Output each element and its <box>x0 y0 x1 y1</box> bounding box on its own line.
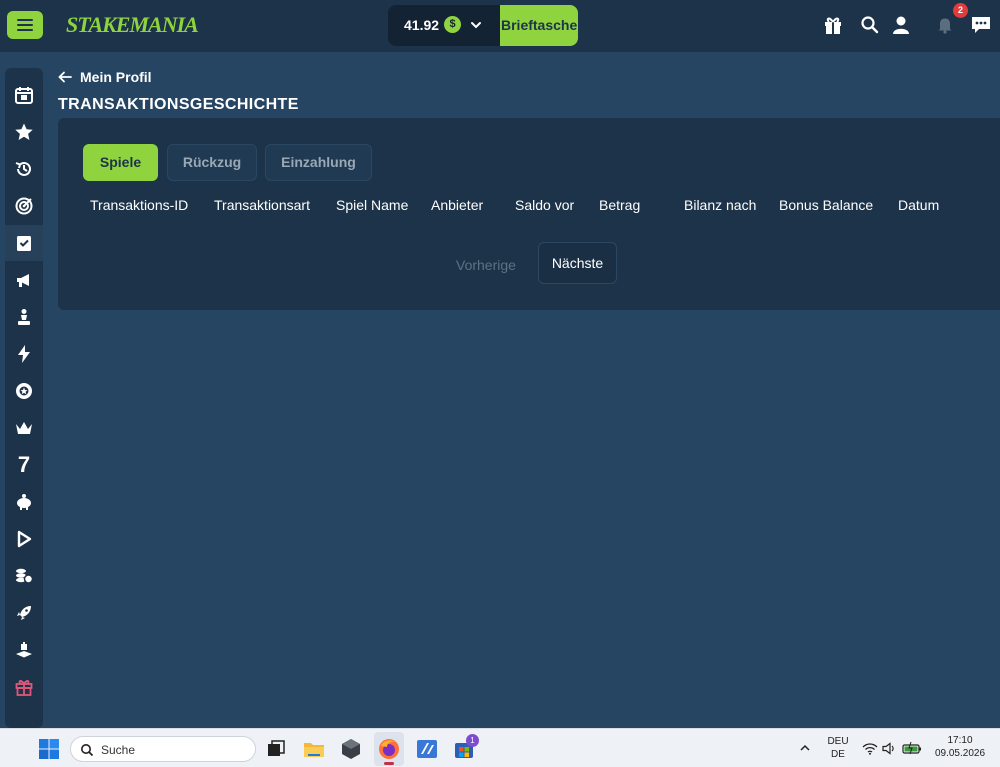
sidebar-item-bonus[interactable] <box>5 669 43 705</box>
sidebar-item-transactions[interactable] <box>5 225 43 261</box>
sidebar-item-favorites[interactable] <box>5 114 43 150</box>
clock-time: 17:10 <box>947 735 973 746</box>
sidebar-item-promotions[interactable] <box>5 262 43 298</box>
sidebar-item-strategy[interactable] <box>5 299 43 335</box>
sidebar-item-target[interactable] <box>5 188 43 224</box>
editor-app-icon[interactable] <box>415 737 439 761</box>
play-icon <box>17 530 32 548</box>
column-header-balance-after[interactable]: Bilanz nach <box>684 197 756 213</box>
sidebar-item-slots[interactable]: 7 <box>5 447 43 483</box>
column-header-bonus-balance[interactable]: Bonus Balance <box>779 197 873 213</box>
chat-icon[interactable] <box>970 14 992 36</box>
search-placeholder: Suche <box>101 743 136 757</box>
layers-icon <box>16 642 32 658</box>
store-badge: 1 <box>466 734 479 747</box>
search-icon <box>81 744 94 757</box>
lightning-icon <box>18 345 30 363</box>
sidebar-item-fast[interactable] <box>5 336 43 372</box>
gift-icon[interactable] <box>822 14 844 36</box>
sidebar-item-table-games[interactable] <box>5 632 43 668</box>
user-icon[interactable] <box>890 14 912 36</box>
poker-chip-icon <box>16 383 32 399</box>
column-header-transaction-type[interactable]: Transaktionsart <box>214 197 310 213</box>
checklist-icon <box>17 236 31 251</box>
wifi-icon[interactable] <box>862 742 878 755</box>
column-header-transaction-id[interactable]: Transaktions-ID <box>90 197 188 213</box>
megaphone-icon <box>17 274 29 287</box>
app-cube-icon[interactable] <box>339 737 363 761</box>
gift-icon <box>15 680 33 696</box>
sidebar-item-casino[interactable] <box>5 373 43 409</box>
bell-icon[interactable] <box>934 14 956 36</box>
language-indicator[interactable]: DEU DE <box>826 736 850 760</box>
column-header-amount[interactable]: Betrag <box>599 197 640 213</box>
sidebar-item-coins[interactable] <box>5 558 43 594</box>
taskbar-search[interactable]: Suche <box>70 736 256 762</box>
battery-icon[interactable] <box>902 741 922 755</box>
clock[interactable]: 17:10 09.05.2026 <box>934 735 986 759</box>
balance-amount: 41.92 <box>404 17 440 33</box>
column-header-balance-before[interactable]: Saldo vor <box>515 197 574 213</box>
back-label: Mein Profil <box>80 69 152 85</box>
dollar-coin-icon: $ <box>444 16 461 33</box>
search-icon[interactable] <box>859 14 881 36</box>
wallet-button[interactable]: Brieftasche <box>500 5 578 46</box>
sidebar-item-calendar[interactable] <box>5 77 43 113</box>
hamburger-menu-button[interactable] <box>7 11 43 39</box>
sidebar-item-vip[interactable] <box>5 410 43 446</box>
column-header-provider[interactable]: Anbieter <box>431 197 483 213</box>
calendar-icon <box>15 87 33 104</box>
notification-badge: 2 <box>953 3 968 18</box>
sidebar-item-savings[interactable] <box>5 484 43 520</box>
sidebar-item-history[interactable] <box>5 151 43 187</box>
arrow-left-icon <box>58 71 72 83</box>
transactions-panel: Spiele Rückzug Einzahlung Transaktions-I… <box>58 118 1000 310</box>
speaker-icon[interactable] <box>882 742 896 755</box>
sidebar-item-live[interactable] <box>5 521 43 557</box>
column-header-game-name[interactable]: Spiel Name <box>336 197 408 213</box>
page-title: TRANSAKTIONSGESCHICHTE <box>58 96 299 113</box>
target-icon <box>15 197 33 215</box>
sidebar-item-crash[interactable] <box>5 595 43 631</box>
previous-page-button[interactable]: Vorherige <box>456 257 516 273</box>
top-navigation-bar: STAKEMANIA 41.92 $ Brieftasche 2 <box>0 0 1000 52</box>
clock-date: 09.05.2026 <box>934 748 986 759</box>
column-header-date[interactable]: Datum <box>898 197 939 213</box>
task-view-icon[interactable] <box>264 737 288 761</box>
file-explorer-icon[interactable] <box>302 737 326 761</box>
tab-games[interactable]: Spiele <box>83 144 158 181</box>
chevron-down-icon[interactable] <box>470 19 482 31</box>
back-to-profile-link[interactable]: Mein Profil <box>58 69 152 85</box>
firefox-icon <box>379 739 399 759</box>
seven-icon: 7 <box>17 452 31 477</box>
os-taskbar: Suche 1 DEU DE 17:10 09.05.2026 <box>0 728 1000 767</box>
windows-start-icon[interactable] <box>37 737 61 761</box>
history-icon <box>15 161 31 176</box>
tab-deposit[interactable]: Einzahlung <box>265 144 372 181</box>
star-icon <box>15 123 33 140</box>
tab-withdrawal[interactable]: Rückzug <box>167 144 257 181</box>
crown-icon <box>16 422 32 434</box>
chevron-up-icon[interactable] <box>799 743 811 753</box>
sidebar: 7 <box>5 68 43 728</box>
chess-icon <box>18 309 30 325</box>
stakemania-logo[interactable]: STAKEMANIA <box>66 12 199 38</box>
coins-icon <box>16 568 34 584</box>
language-bottom: DE <box>831 749 845 760</box>
piggy-bank-icon <box>17 494 31 510</box>
wallet-widget: 41.92 $ Brieftasche <box>388 5 578 46</box>
next-page-button[interactable]: Nächste <box>538 242 617 284</box>
firefox-active-tile[interactable] <box>374 732 404 766</box>
language-top: DEU <box>827 736 849 747</box>
rocket-icon <box>17 606 31 620</box>
